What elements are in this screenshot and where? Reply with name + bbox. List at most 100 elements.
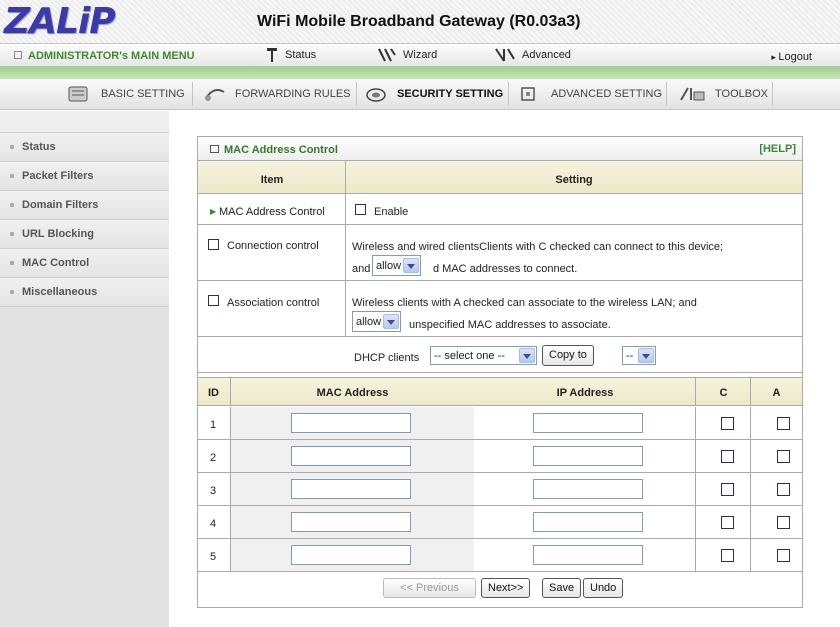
row-id: 5 bbox=[210, 551, 217, 563]
sidebar-item-mac-control[interactable]: MAC Control bbox=[0, 249, 169, 278]
ip-address-input[interactable] bbox=[533, 545, 643, 565]
brand-logo: ZALiP bbox=[4, 1, 116, 42]
tab-forwarding-rules-label: FORWARDING RULES bbox=[235, 88, 351, 100]
association-description: Wireless clients with A checked can asso… bbox=[352, 297, 697, 309]
undo-button[interactable]: Undo bbox=[583, 578, 624, 598]
table-row: 4 bbox=[198, 506, 802, 539]
ip-address-input[interactable] bbox=[533, 479, 643, 499]
mac-cell bbox=[231, 407, 474, 439]
sidebar-top bbox=[0, 111, 169, 133]
mac-address-input[interactable] bbox=[291, 512, 411, 532]
sidebar-item-miscellaneous[interactable]: Miscellaneous bbox=[0, 278, 169, 307]
c-header-cell: C bbox=[696, 378, 751, 405]
associate-checkbox[interactable] bbox=[777, 483, 790, 496]
chevron-down-icon bbox=[403, 258, 420, 273]
id-cell: 2 bbox=[198, 440, 231, 472]
previous-button[interactable]: << Previous bbox=[383, 578, 476, 598]
table-row: 3 bbox=[198, 473, 802, 506]
a-header: A bbox=[772, 387, 781, 399]
mac-address-input[interactable] bbox=[291, 545, 411, 565]
sidebar-item-packet-filters[interactable]: Packet Filters bbox=[0, 162, 169, 191]
c-cell bbox=[696, 539, 751, 571]
ip-cell bbox=[474, 440, 696, 472]
associate-checkbox[interactable] bbox=[777, 450, 790, 463]
id-header-cell: ID bbox=[198, 378, 231, 405]
main-menu-bar: ADMINISTRATOR's MAIN MENU Status Wizard … bbox=[0, 43, 840, 67]
connect-checkbox[interactable] bbox=[721, 417, 734, 430]
row-id: 1 bbox=[210, 419, 217, 431]
save-button[interactable]: Save bbox=[542, 578, 582, 598]
connect-checkbox[interactable] bbox=[721, 483, 734, 496]
mac-address-input[interactable] bbox=[291, 446, 411, 466]
connection-control-checkbox[interactable] bbox=[208, 239, 219, 250]
associate-checkbox[interactable] bbox=[777, 549, 790, 562]
mac-cell bbox=[231, 440, 474, 472]
c-cell bbox=[696, 473, 751, 505]
sidebar-item-status[interactable]: Status bbox=[0, 133, 169, 162]
mac-address-control-panel: MAC Address Control [HELP] Item Setting … bbox=[197, 136, 803, 608]
connect-checkbox[interactable] bbox=[721, 450, 734, 463]
c-cell bbox=[696, 440, 751, 472]
association-description-tail: unspecified MAC addresses to associate. bbox=[409, 319, 611, 331]
id-cell: 1 bbox=[198, 407, 231, 439]
sidebar-item-url-blocking[interactable]: URL Blocking bbox=[0, 220, 169, 249]
ip-address-input[interactable] bbox=[533, 446, 643, 466]
associate-checkbox[interactable] bbox=[777, 417, 790, 430]
basic-setting-icon bbox=[68, 86, 88, 102]
mac-address-input[interactable] bbox=[291, 479, 411, 499]
connect-checkbox[interactable] bbox=[721, 549, 734, 562]
sidebar: Status Packet Filters Domain Filters URL… bbox=[0, 111, 169, 627]
table-row: 5 bbox=[198, 539, 802, 572]
associate-checkbox[interactable] bbox=[777, 516, 790, 529]
help-link[interactable]: [HELP] bbox=[759, 143, 796, 155]
ip-cell bbox=[474, 407, 696, 439]
c-cell bbox=[696, 506, 751, 538]
panel-title: MAC Address Control bbox=[210, 144, 338, 156]
copy-target-select[interactable]: -- bbox=[622, 346, 656, 365]
square-icon bbox=[14, 51, 22, 59]
tab-basic-setting[interactable]: BASIC SETTING bbox=[60, 79, 191, 109]
forwarding-rules-icon bbox=[205, 89, 225, 101]
tab-forwarding-rules[interactable]: FORWARDING RULES bbox=[196, 79, 357, 109]
copy-to-button[interactable]: Copy to bbox=[542, 345, 594, 366]
ip-address-input[interactable] bbox=[533, 512, 643, 532]
mac-address-header: MAC Address bbox=[316, 387, 389, 399]
id-cell: 4 bbox=[198, 506, 231, 538]
mac-cell bbox=[231, 506, 474, 538]
association-policy-select[interactable]: allow bbox=[352, 311, 402, 332]
id-header: ID bbox=[208, 387, 219, 399]
ip-address-input[interactable] bbox=[533, 413, 643, 433]
mac-control-label-cell: ▶ MAC Address Control bbox=[198, 194, 346, 224]
dhcp-clients-row: DHCP clients -- select one -- Copy to -- bbox=[198, 337, 802, 373]
connect-checkbox[interactable] bbox=[721, 516, 734, 529]
advanced-menu-label: Advanced bbox=[522, 49, 571, 61]
button-row: << Previous Next>> Save Undo bbox=[198, 572, 802, 607]
tab-toolbox[interactable]: TOOLBOX bbox=[672, 79, 774, 109]
tab-basic-setting-label: BASIC SETTING bbox=[101, 88, 185, 100]
dhcp-client-select[interactable]: -- select one -- bbox=[430, 346, 537, 365]
tab-advanced-setting[interactable]: ADVANCED SETTING bbox=[512, 79, 668, 109]
section-tabs: BASIC SETTING FORWARDING RULES SECURITY … bbox=[0, 79, 840, 110]
logout-link[interactable]: Logout bbox=[771, 51, 812, 63]
security-setting-icon bbox=[366, 88, 386, 102]
association-policy-value: allow bbox=[356, 315, 382, 328]
triangle-right-icon: ▶ bbox=[210, 207, 217, 216]
enable-checkbox[interactable] bbox=[355, 204, 366, 215]
tab-security-setting[interactable]: SECURITY SETTING bbox=[358, 79, 509, 109]
status-menu-item[interactable]: Status bbox=[265, 47, 316, 63]
advanced-tools-icon bbox=[495, 48, 515, 62]
row-id: 4 bbox=[210, 518, 217, 530]
next-button[interactable]: Next>> bbox=[481, 578, 531, 598]
ip-cell bbox=[474, 506, 696, 538]
connection-policy-value: allow bbox=[376, 259, 402, 272]
wizard-menu-item[interactable]: Wizard bbox=[377, 47, 437, 63]
wizard-menu-label: Wizard bbox=[403, 49, 438, 61]
advanced-menu-item[interactable]: Advanced bbox=[494, 47, 571, 63]
connection-policy-select[interactable]: allow bbox=[372, 255, 422, 276]
sidebar-item-domain-filters[interactable]: Domain Filters bbox=[0, 191, 169, 220]
square-icon bbox=[210, 145, 219, 153]
admin-main-menu-link[interactable]: ADMINISTRATOR's MAIN MENU bbox=[14, 50, 195, 62]
id-cell: 5 bbox=[198, 539, 231, 571]
association-control-checkbox[interactable] bbox=[208, 295, 219, 306]
mac-address-input[interactable] bbox=[291, 413, 411, 433]
